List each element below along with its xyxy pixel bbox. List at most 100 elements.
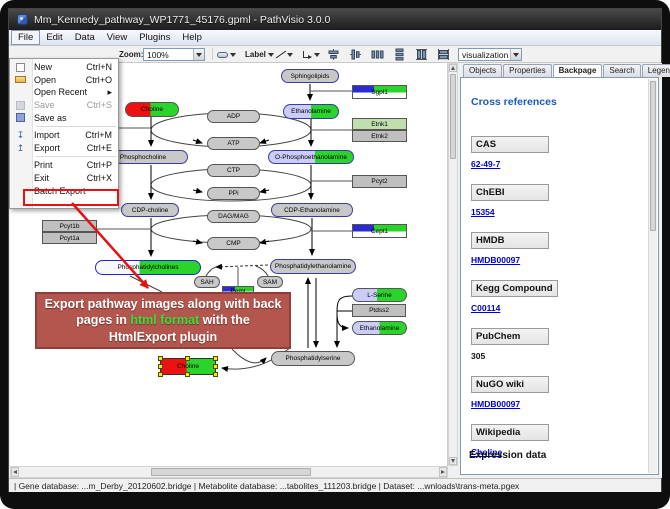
xref-link[interactable]: HMDB00097: [471, 399, 558, 409]
node-pcyt1a[interactable]: Pcyt1a: [42, 232, 97, 244]
node-choline[interactable]: Choline: [160, 358, 216, 375]
selection-handle[interactable]: [213, 356, 218, 361]
node-o-phosphoethanolamine[interactable]: O-Phosphoethanolamine: [268, 150, 354, 164]
menu-item-label: Print: [34, 160, 53, 170]
node-cdp-ethanolamine[interactable]: CDP-Ethanolamine: [271, 203, 353, 217]
node-sah[interactable]: SAH: [194, 276, 220, 288]
node-label: Etnk2: [371, 133, 388, 140]
xref-link[interactable]: C00114: [471, 303, 558, 313]
file-menu-item-save[interactable]: SaveCtrl+S: [10, 99, 118, 112]
menu-view[interactable]: View: [101, 31, 133, 44]
node-etnk2[interactable]: Etnk2: [352, 130, 407, 142]
common-width-icon[interactable]: [437, 48, 450, 61]
node-adp[interactable]: ADP: [207, 110, 260, 123]
canvas-vertical-scrollbar[interactable]: [448, 63, 458, 466]
file-menu-item-export[interactable]: ↥ExportCtrl+E: [10, 142, 118, 155]
visualization-combobox[interactable]: visualization: [458, 48, 522, 61]
xref-section-cas: CAS62-49-7: [471, 134, 558, 169]
node-sgpl1[interactable]: Sgpl1: [352, 85, 407, 99]
align-middle-icon[interactable]: [349, 48, 362, 61]
menu-file[interactable]: File: [11, 30, 40, 45]
common-height-icon[interactable]: [415, 48, 428, 61]
tab-search[interactable]: Search: [603, 64, 640, 77]
file-menu-item-save-as[interactable]: Save as: [10, 111, 118, 124]
node-cmp[interactable]: CMP: [207, 237, 260, 250]
xref-link[interactable]: HMDB00097: [471, 255, 558, 265]
menu-shortcut: Ctrl+O: [86, 75, 118, 85]
tab-objects[interactable]: Objects: [463, 64, 502, 77]
new-document-icon: [14, 62, 27, 72]
selection-handle[interactable]: [158, 372, 163, 377]
datanode-tool-button[interactable]: [214, 48, 239, 61]
node-pcyt1b[interactable]: Pcyt1b: [42, 220, 97, 232]
scrollbar-thumb[interactable]: [151, 468, 311, 476]
file-menu-item-exit[interactable]: ExitCtrl+X: [10, 172, 118, 185]
scroll-right-button[interactable]: [439, 467, 447, 477]
node-sam[interactable]: SAM: [257, 276, 283, 288]
file-menu-item-open[interactable]: OpenCtrl+O: [10, 74, 118, 87]
canvas-horizontal-scrollbar[interactable]: [10, 466, 448, 478]
node-choline[interactable]: Choline: [125, 102, 179, 117]
scrollbar-thumb[interactable]: [450, 74, 456, 159]
node-ppi[interactable]: PPi: [207, 187, 260, 200]
node-ptdss2[interactable]: Ptdss2: [352, 304, 406, 317]
tab-properties[interactable]: Properties: [503, 64, 551, 77]
menu-edit[interactable]: Edit: [40, 31, 68, 44]
tab-legend[interactable]: Legend: [642, 64, 670, 77]
selection-handle[interactable]: [185, 356, 190, 361]
node-sphingolipids[interactable]: Sphingolipids: [281, 69, 339, 83]
node-dag-mag[interactable]: DAG/MAG: [207, 210, 260, 223]
file-menu-item-import[interactable]: ↧ImportCtrl+M: [10, 129, 118, 142]
chevron-down-icon[interactable]: [230, 53, 236, 57]
node-phosphatidylserine[interactable]: Phosphatidylserine: [271, 351, 355, 366]
node-phosphatidylethanolamine[interactable]: Phosphatidylethanolamine: [270, 259, 356, 274]
scroll-down-button[interactable]: [449, 457, 457, 465]
sidepanel-scrollbar[interactable]: [648, 79, 657, 473]
node-pcyt2[interactable]: Pcyt2: [352, 175, 407, 188]
title-bar[interactable]: Mm_Kennedy_pathway_WP1771_45176.gpml - P…: [9, 9, 661, 30]
distribute-horizontal-icon[interactable]: [371, 48, 384, 61]
menu-item-label: Open Recent: [34, 87, 87, 97]
distribute-vertical-icon[interactable]: [393, 48, 406, 61]
menu-data[interactable]: Data: [69, 31, 101, 44]
alignment-buttons: [327, 48, 450, 61]
node-atp[interactable]: ATP: [207, 137, 260, 150]
selection-handle[interactable]: [158, 356, 163, 361]
node-label: Ethanolamine: [291, 108, 331, 115]
chevron-down-icon[interactable]: [193, 49, 204, 60]
chevron-down-icon[interactable]: [510, 49, 521, 60]
selection-handle[interactable]: [158, 364, 163, 369]
node-ethanolamine[interactable]: Ethanolamine: [283, 104, 339, 119]
menu-shortcut: Ctrl+P: [87, 160, 118, 170]
node-etnk1[interactable]: Etnk1: [352, 118, 407, 130]
selection-handle[interactable]: [185, 372, 190, 377]
menu-plugins[interactable]: Plugins: [133, 31, 176, 44]
tab-backpage[interactable]: Backpage: [553, 64, 603, 77]
xref-link[interactable]: 62-49-7: [471, 159, 558, 169]
chevron-down-icon[interactable]: [314, 53, 320, 57]
chevron-down-icon[interactable]: [287, 53, 293, 57]
file-menu-item-open-recent[interactable]: Open Recent▸: [10, 86, 118, 99]
node-ethanolamine[interactable]: Ethanolamine: [352, 321, 407, 335]
node-label: Ptdss2: [369, 307, 389, 314]
menu-item-label: Import: [34, 130, 60, 140]
scroll-up-button[interactable]: [449, 64, 457, 72]
scrollbar-thumb[interactable]: [650, 81, 656, 231]
node-ctp[interactable]: CTP: [207, 164, 260, 177]
file-menu-item-new[interactable]: NewCtrl+N: [10, 61, 118, 74]
selection-handle[interactable]: [213, 364, 218, 369]
menu-shortcut: Ctrl+S: [87, 100, 118, 110]
menu-help[interactable]: Help: [176, 31, 208, 44]
node-l-serine[interactable]: L-Serine: [352, 288, 407, 302]
scroll-left-button[interactable]: [11, 467, 19, 477]
node-phosphatidylcholines[interactable]: Phosphatidylcholines: [95, 260, 201, 275]
file-menu-item-print[interactable]: Print Ctrl+P: [10, 159, 118, 172]
align-center-icon[interactable]: [327, 48, 340, 61]
line-tool-button[interactable]: [271, 48, 296, 61]
zoom-combobox[interactable]: 100%: [143, 48, 205, 61]
selection-handle[interactable]: [213, 372, 218, 377]
node-cdp-choline[interactable]: CDP-choline: [121, 203, 179, 217]
xref-link[interactable]: 15354: [471, 207, 558, 217]
node-cept1[interactable]: Cept1: [352, 224, 407, 238]
connector-tool-button[interactable]: [298, 48, 323, 61]
